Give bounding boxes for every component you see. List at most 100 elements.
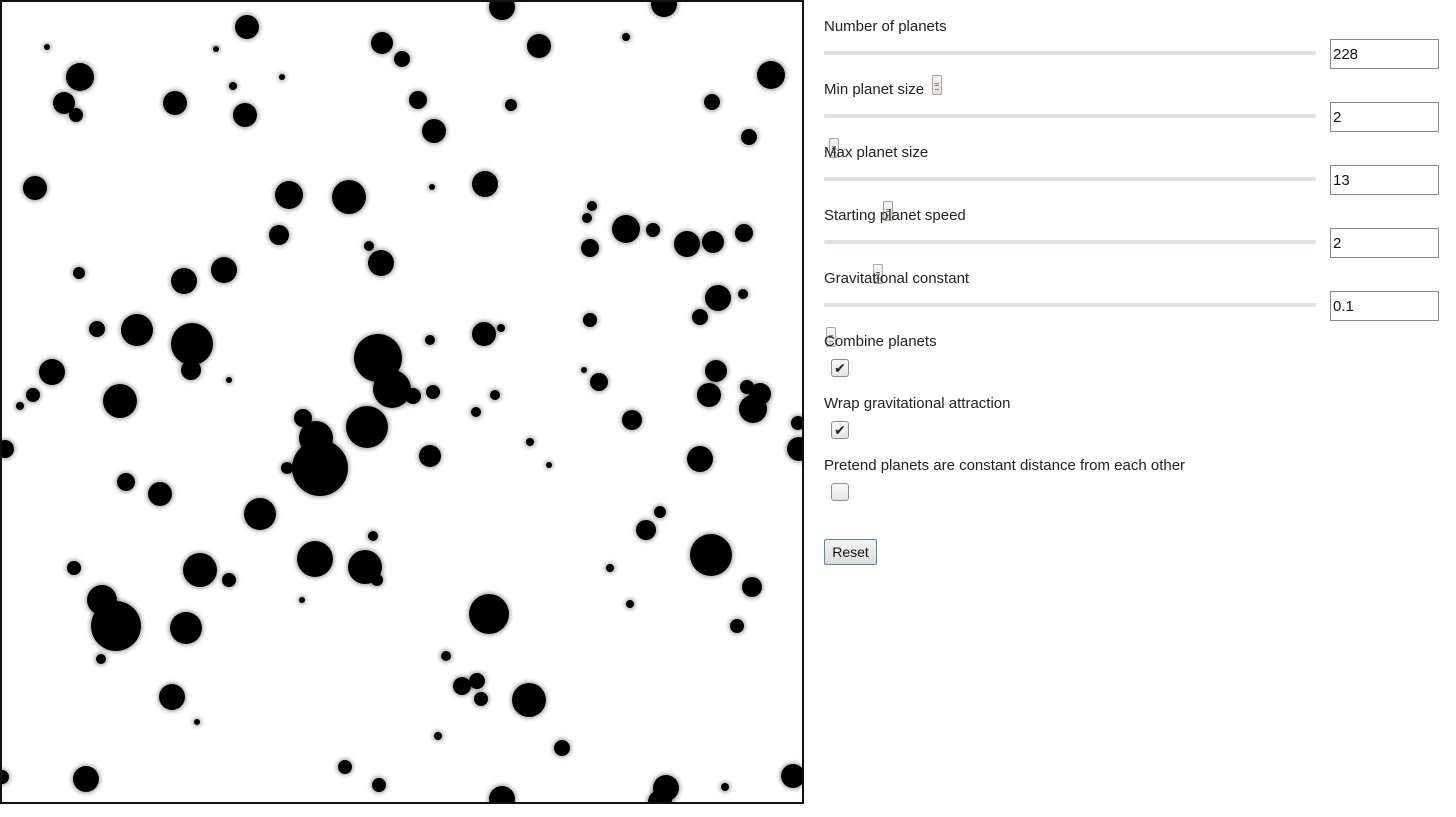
planet — [297, 541, 333, 577]
planet-count-input[interactable] — [1330, 39, 1439, 69]
planet — [505, 99, 517, 111]
planet — [409, 91, 427, 109]
speed-input[interactable] — [1330, 228, 1439, 258]
planet — [91, 601, 141, 651]
planet — [96, 654, 106, 664]
speed-control: Starting planet speed — [824, 207, 1440, 284]
planet — [441, 651, 451, 661]
planet — [269, 225, 289, 245]
min-size-label: Min planet size — [824, 81, 925, 98]
reset-button[interactable]: Reset — [824, 539, 877, 565]
planet — [44, 44, 50, 50]
planet-count-control: Number of planets — [824, 18, 1440, 95]
planet — [69, 108, 83, 122]
planet — [692, 309, 708, 325]
planet — [121, 314, 153, 346]
planet — [244, 498, 276, 530]
speed-slider-track[interactable] — [824, 240, 1316, 284]
planet — [148, 482, 172, 506]
planet — [546, 462, 552, 468]
planet — [368, 250, 394, 276]
wrap-gravity-checkbox[interactable]: ✔ — [831, 421, 849, 439]
gravity-input[interactable] — [1330, 291, 1439, 321]
planet — [474, 692, 488, 706]
planet — [405, 388, 421, 404]
planet — [211, 257, 237, 283]
planet — [26, 388, 40, 402]
planet — [422, 119, 446, 143]
planet — [674, 231, 700, 257]
planet — [170, 612, 202, 644]
planet — [233, 103, 257, 127]
planet — [581, 239, 599, 257]
planet — [372, 778, 386, 792]
gravity-slider-track[interactable] — [824, 303, 1316, 347]
planet — [159, 684, 185, 710]
planet — [222, 573, 236, 587]
wrap-gravity-label: Wrap gravitational attraction — [824, 395, 1011, 412]
constant-distance-checkbox[interactable] — [831, 483, 849, 501]
settings-panel: Number of planets Min planet size Max pl… — [824, 18, 1440, 565]
planet — [721, 783, 729, 791]
planet — [292, 440, 348, 496]
min-size-input[interactable] — [1330, 102, 1439, 132]
planet — [66, 63, 94, 91]
planet — [697, 383, 721, 407]
planet — [626, 600, 634, 608]
planet — [103, 384, 137, 418]
planet — [512, 683, 546, 717]
planet-simulation-canvas[interactable] — [0, 0, 804, 804]
planet — [497, 324, 505, 332]
planet — [702, 231, 724, 253]
planet — [279, 74, 285, 80]
planet — [738, 289, 748, 299]
planet — [527, 34, 551, 58]
planet — [419, 445, 441, 467]
combine-planets-checkbox[interactable]: ✔ — [831, 359, 849, 377]
planet — [622, 410, 642, 430]
planet — [730, 619, 744, 633]
planet — [612, 215, 640, 243]
planet — [735, 224, 753, 242]
planet — [554, 740, 570, 756]
planet — [371, 574, 383, 586]
max-size-input[interactable] — [1330, 165, 1439, 195]
planet — [364, 241, 374, 251]
planet — [171, 268, 197, 294]
planet — [39, 359, 65, 385]
planet-count-slider-track[interactable] — [824, 51, 1316, 95]
planet — [226, 377, 232, 383]
planet — [332, 180, 366, 214]
planet — [646, 223, 660, 237]
planet — [235, 15, 259, 39]
planet — [705, 360, 727, 382]
planet — [526, 438, 534, 446]
max-size-control: Max planet size — [824, 144, 1440, 221]
planet — [181, 360, 201, 380]
planet — [590, 373, 608, 391]
planet — [622, 33, 630, 41]
combine-planets-label: Combine planets — [824, 333, 937, 350]
max-size-slider-track[interactable] — [824, 177, 1316, 221]
planet — [426, 385, 440, 399]
planet-count-label: Number of planets — [824, 18, 947, 35]
speed-label: Starting planet speed — [824, 207, 966, 224]
planet — [16, 402, 24, 410]
planet — [434, 732, 442, 740]
planet — [690, 534, 732, 576]
planet — [67, 561, 81, 575]
planet — [429, 184, 435, 190]
gravity-control: Gravitational constant — [824, 270, 1440, 347]
planet — [739, 395, 767, 423]
planet — [581, 367, 587, 373]
planet — [213, 46, 219, 52]
planet — [89, 321, 105, 337]
planet — [582, 213, 592, 223]
planet — [471, 407, 481, 417]
planet — [275, 181, 303, 209]
planet — [73, 766, 99, 792]
planet — [583, 313, 597, 327]
planet — [371, 32, 393, 54]
min-size-slider-track[interactable] — [824, 114, 1316, 158]
constant-distance-control: Pretend planets are constant distance fr… — [824, 457, 1440, 519]
